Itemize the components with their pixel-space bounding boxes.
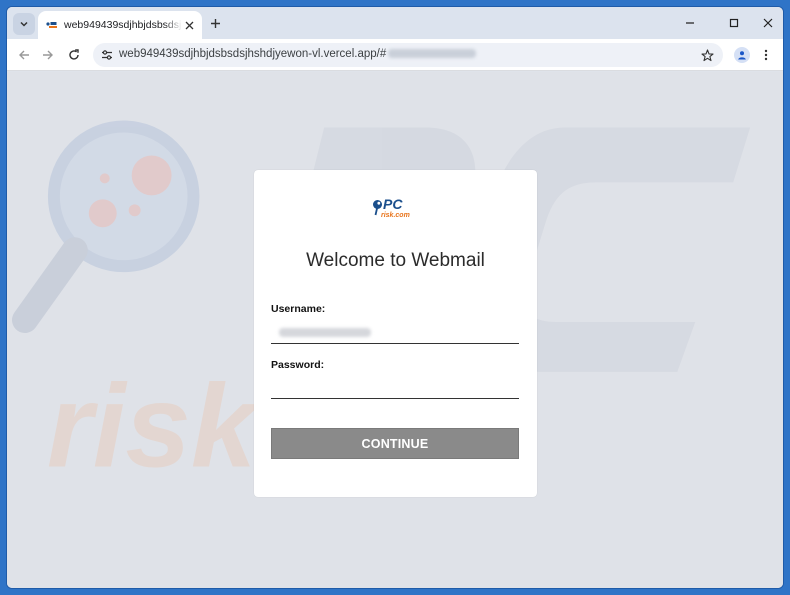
person-icon — [738, 51, 746, 60]
browser-menu-button[interactable] — [760, 47, 772, 63]
url-text: web949439sdjhbjdsbsdsjhshdjyewon-vl.verc… — [119, 48, 477, 60]
address-bar[interactable]: web949439sdjhbjdsbsdsjhshdjyewon-vl.verc… — [93, 43, 723, 67]
forward-button[interactable] — [40, 47, 56, 63]
favicon-icon — [46, 20, 58, 30]
bookmark-button[interactable] — [699, 47, 715, 63]
close-window-button[interactable] — [760, 15, 776, 31]
password-field[interactable] — [271, 377, 519, 399]
close-icon — [185, 21, 193, 29]
arrow-left-icon — [19, 50, 29, 60]
browser-toolbar: web949439sdjhbjdsbsdsjhshdjyewon-vl.verc… — [7, 39, 783, 71]
profile-button[interactable] — [734, 47, 750, 63]
username-field[interactable] — [271, 322, 519, 344]
login-card: PC risk.com Welcome to Webmail Username:… — [254, 170, 537, 497]
tab-strip: web949439sdjhbjdsbsdsjhshdjyewon-vl.verc… — [7, 7, 783, 39]
minimize-icon — [686, 22, 694, 24]
new-tab-button[interactable] — [207, 15, 223, 31]
maximize-icon — [729, 18, 739, 28]
magnifier-watermark-icon — [11, 120, 200, 333]
site-info-button[interactable] — [100, 48, 114, 62]
tab-title: web949439sdjhbjdsbsdsjhshdjyewon-vl.verc… — [64, 19, 182, 31]
back-button[interactable] — [16, 47, 32, 63]
tune-icon — [102, 50, 112, 60]
username-redacted-value — [279, 328, 371, 337]
username-label: Username: — [271, 303, 326, 315]
more-vert-icon — [764, 49, 768, 61]
pcrisk-logo: PC risk.com — [373, 196, 410, 219]
url-redacted — [388, 49, 477, 59]
close-icon — [763, 18, 773, 28]
tab-close-button[interactable] — [182, 18, 196, 32]
page-title: Welcome to Webmail — [306, 250, 485, 271]
url-visible-text: web949439sdjhbjdsbsdsjhshdjyewon-vl.verc… — [119, 48, 387, 60]
logo-risk-text: risk.com — [381, 212, 410, 219]
page-viewport: risk.com PC risk.com Welcome to Webmail … — [7, 72, 783, 588]
minimize-button[interactable] — [682, 15, 698, 31]
password-label: Password: — [271, 359, 325, 371]
tab-search-button[interactable] — [13, 13, 35, 35]
browser-tab[interactable]: web949439sdjhbjdsbsdsjhshdjyewon-vl.verc… — [38, 11, 202, 39]
continue-button[interactable]: CONTINUE — [271, 428, 519, 459]
logo-pc-text: PC — [383, 196, 403, 212]
maximize-button[interactable] — [726, 15, 742, 31]
plus-icon — [210, 18, 220, 28]
reload-icon — [69, 49, 79, 60]
browser-window: web949439sdjhbjdsbsdsjhshdjyewon-vl.verc… — [6, 6, 784, 589]
chevron-down-icon — [20, 21, 28, 27]
reload-button[interactable] — [66, 47, 82, 63]
star-icon — [700, 48, 714, 61]
arrow-right-icon — [43, 50, 53, 60]
